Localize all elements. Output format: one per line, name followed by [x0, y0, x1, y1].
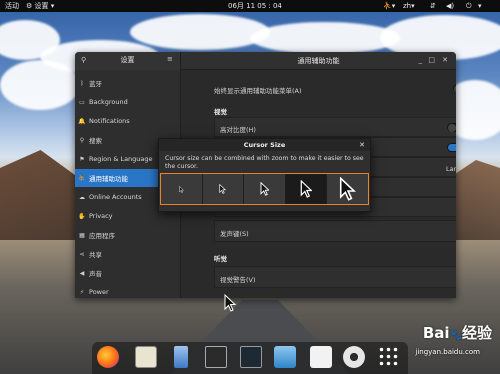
cursor-arrow-icon	[260, 182, 270, 196]
accessibility-icon: ⛹	[78, 174, 86, 182]
bell-icon: 🔔	[78, 117, 86, 125]
screenshot-icon[interactable]	[274, 346, 296, 368]
terminal-icon[interactable]	[205, 346, 227, 368]
software-icon[interactable]	[310, 346, 332, 368]
cursor-arrow-icon	[300, 180, 313, 198]
visual-alerts-label: 视觉警告(V)	[220, 276, 256, 284]
input-lang: zh	[403, 2, 412, 10]
bluetooth-icon: ᛒ	[80, 79, 84, 87]
sidebar-item-label: Online Accounts	[89, 193, 142, 201]
sidebar-item-label: 共享	[89, 251, 102, 259]
cursor-arrow-icon	[340, 177, 357, 201]
accessibility-icon: ⛹	[383, 2, 392, 10]
gear-icon: ⚙	[26, 2, 33, 10]
hand-icon: ✋	[78, 212, 86, 220]
cursor-size-5-option[interactable]	[327, 174, 368, 204]
cursor-size-4-option[interactable]	[285, 174, 328, 204]
show-apps-icon[interactable]	[378, 346, 400, 368]
always-show-menu-label: 始终显示通用辅助功能菜单(A)	[214, 87, 302, 95]
background-icon: ▭	[79, 98, 85, 106]
sidebar-item-label: 声音	[89, 270, 102, 278]
large-text-toggle[interactable]	[447, 143, 456, 152]
top-bar: 活动 ⚙ 设置 ▾ 06月 11 05 : 04 ⛹▾ zh▾ ⇵ ◀) ⏻ ▾	[0, 0, 500, 12]
volume-icon[interactable]: ◀)	[446, 1, 454, 11]
sidebar-item-label: Region & Language	[89, 155, 153, 163]
sidebar-item-label: Background	[89, 98, 128, 106]
cloud-icon: ☁	[79, 193, 85, 201]
sidebar-item-label: Privacy	[89, 212, 113, 220]
high-contrast-toggle[interactable]	[447, 123, 456, 132]
watermark-brand-suffix: 经验	[461, 324, 492, 342]
high-contrast-row[interactable]: 高对比度(H)	[214, 117, 456, 137]
cursor-size-2-option[interactable]	[202, 174, 245, 204]
sidebar-item-label: 应用程序	[89, 232, 115, 240]
sidebar-item[interactable]: ▭ Background	[75, 93, 181, 111]
settings-icon[interactable]	[343, 346, 365, 368]
cursor-size-3-option[interactable]	[244, 174, 286, 204]
search-icon: ⚲	[79, 136, 85, 144]
dialog-title: Cursor Size	[159, 139, 370, 151]
clock[interactable]: 06月 11 05 : 04	[228, 1, 282, 11]
cursor-size-1-option[interactable]	[161, 174, 203, 204]
sidebar-item[interactable]: ⚡ Power	[75, 283, 181, 298]
watermark-brand: Bai	[422, 324, 450, 342]
dialog-description: Cursor size can be combined with zoom to…	[165, 155, 364, 170]
section-vision: 视觉	[214, 108, 227, 116]
section-hearing: 听觉	[214, 255, 227, 263]
sidebar-item[interactable]: ⋖ 共享	[75, 245, 181, 263]
flag-icon: ⚑	[79, 155, 85, 163]
cursor-size-options	[160, 173, 369, 205]
sound-keys-row[interactable]: 发声键(S)	[214, 220, 456, 242]
sidebar-item-label: 蓝牙	[89, 80, 102, 88]
sidebar-header: ⚲ 设置 ≡	[75, 52, 181, 70]
app-menu-label: 设置	[34, 2, 49, 10]
close-icon[interactable]: ✕	[442, 56, 448, 64]
app-menu[interactable]: ⚙ 设置 ▾	[26, 1, 54, 11]
sound-keys-label: 发声键(S)	[220, 230, 249, 238]
cursor-size-value: Larger	[446, 165, 456, 173]
power-icon[interactable]: ⏻	[466, 1, 472, 11]
network-icon[interactable]: ⇵	[430, 1, 436, 11]
firefox-icon[interactable]	[97, 346, 119, 368]
watermark-url: jingyan.baidu.com	[415, 348, 480, 356]
cursor-arrow-icon	[179, 185, 184, 193]
hamburger-menu-icon[interactable]: ≡	[167, 55, 173, 63]
high-contrast-label: 高对比度(H)	[220, 126, 256, 134]
maximize-icon[interactable]: □	[428, 56, 435, 64]
mouse-pointer-icon	[224, 294, 236, 312]
sidebar-item[interactable]: 🔔 Notifications	[75, 112, 181, 130]
sidebar-item-label: 搜索	[89, 137, 102, 145]
sidebar-item-label: Power	[89, 288, 109, 296]
watermark-logo: Bai🐾经验	[422, 324, 492, 342]
sidebar-item-label: 通用辅助功能	[89, 175, 128, 183]
window-title: 通用辅助功能	[297, 57, 340, 65]
input-method[interactable]: zh▾	[403, 1, 415, 11]
sidebar-title: 设置	[120, 56, 135, 64]
speaker-icon: ◀	[79, 269, 85, 277]
sidebar-item[interactable]: ▦ 应用程序	[75, 226, 181, 244]
visual-alerts-row[interactable]: 视觉警告(V) 关	[214, 266, 456, 288]
grid-icon: ▦	[79, 231, 85, 239]
share-icon: ⋖	[79, 250, 85, 258]
cursor-size-dialog: Cursor Size ✕ Cursor size can be combine…	[158, 138, 371, 212]
always-show-menu-toggle[interactable]	[453, 84, 456, 93]
chevron-down-icon: ▾	[50, 2, 55, 10]
power-icon: ⚡	[79, 288, 85, 296]
rhythmbox-icon[interactable]	[135, 346, 157, 368]
sidebar-item[interactable]: ◀ 声音	[75, 264, 181, 282]
sidebar-item-label: Notifications	[89, 117, 130, 125]
chevron-down-icon[interactable]: ▾	[478, 1, 482, 11]
files-icon[interactable]	[174, 346, 188, 368]
minimize-icon[interactable]: _	[419, 56, 423, 64]
system-monitor-icon[interactable]	[240, 346, 262, 368]
cursor-arrow-icon	[219, 184, 227, 194]
close-icon[interactable]: ✕	[359, 139, 365, 151]
accessibility-menu[interactable]: ⛹▾	[383, 1, 395, 11]
activities-button[interactable]: 活动	[5, 1, 19, 11]
sidebar-item[interactable]: ᛒ 蓝牙	[75, 74, 181, 92]
